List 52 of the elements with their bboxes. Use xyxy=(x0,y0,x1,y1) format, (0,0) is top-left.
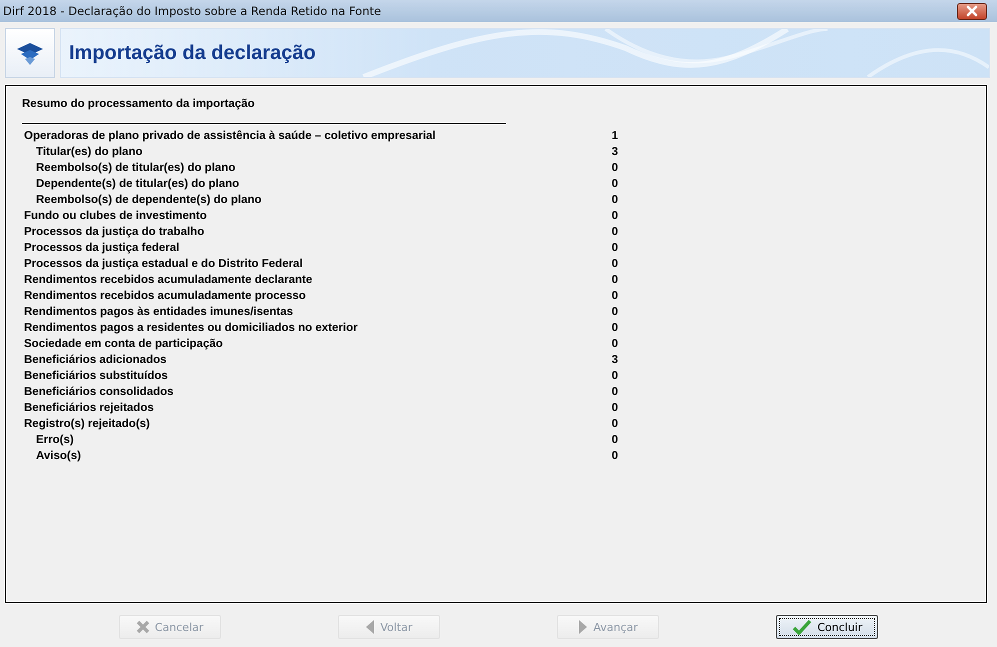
summary-count: 3 xyxy=(612,354,618,366)
summary-label: Registro(s) rejeitado(s) xyxy=(23,418,151,430)
summary-label: Operadoras de plano privado de assistência à saúde – coletivo empresarial xyxy=(23,130,437,142)
summary-count: 0 xyxy=(612,290,618,302)
summary-label: Beneficiários substituídos xyxy=(23,370,169,382)
summary-title: Resumo do processamento da importação xyxy=(22,98,256,110)
summary-label: Processos da justiça federal xyxy=(23,242,180,254)
summary-count: 0 xyxy=(612,162,618,174)
summary-label: Titular(es) do plano xyxy=(35,146,144,158)
summary-label: Beneficiários rejeitados xyxy=(23,402,155,414)
summary-count: 0 xyxy=(612,418,618,430)
summary-count: 0 xyxy=(612,226,618,238)
close-button[interactable] xyxy=(957,2,987,20)
summary-label: Dependente(s) de titular(es) do plano xyxy=(35,178,240,190)
summary-count: 0 xyxy=(612,322,618,334)
summary-label: Reembolso(s) de dependente(s) do plano xyxy=(35,194,263,206)
close-icon xyxy=(965,5,979,17)
summary-label: Processos da justiça do trabalho xyxy=(23,226,206,238)
summary-count: 0 xyxy=(612,450,618,462)
summary-count: 1 xyxy=(612,130,618,142)
summary-count: 0 xyxy=(612,434,618,446)
summary-count: 0 xyxy=(612,274,618,286)
summary-label: Rendimentos recebidos acumuladamente processo xyxy=(23,290,307,302)
left-triangle-icon xyxy=(365,619,376,635)
summary-count: 0 xyxy=(612,370,618,382)
summary-count: 0 xyxy=(612,258,618,270)
summary-count: 3 xyxy=(612,146,618,158)
summary-count: 0 xyxy=(612,194,618,206)
summary-count: 0 xyxy=(612,178,618,190)
summary-count: 0 xyxy=(612,242,618,254)
window-title: Dirf 2018 - Declaração do Imposto sobre a Renda Retido na Fonte xyxy=(3,4,382,18)
summary-label: Rendimentos pagos às entidades imunes/isentas xyxy=(23,306,294,318)
summary-label: Erro(s) xyxy=(35,434,75,446)
summary-count: 0 xyxy=(612,386,618,398)
summary-label: Beneficiários adicionados xyxy=(23,354,168,366)
summary-label: Beneficiários consolidados xyxy=(23,386,175,398)
summary-label: Rendimentos recebidos acumuladamente declarante xyxy=(23,274,314,286)
summary-label: Rendimentos pagos a residentes ou domiciliados no exterior xyxy=(23,322,359,334)
summary-label: Reembolso(s) de titular(es) do plano xyxy=(35,162,236,174)
summary-count: 0 xyxy=(612,306,618,318)
summary-count: 0 xyxy=(612,210,618,222)
summary-label: Fundo ou clubes de investimento xyxy=(23,210,208,222)
x-icon xyxy=(136,620,150,634)
summary-label: Aviso(s) xyxy=(35,450,82,462)
page-title: Importação da declaração xyxy=(69,42,316,64)
right-triangle-icon xyxy=(578,619,588,635)
summary-count: 0 xyxy=(612,402,618,414)
summary-count: 0 xyxy=(612,338,618,350)
summary-label: Sociedade em conta de participação xyxy=(23,338,224,350)
finish-button[interactable]: Concluir xyxy=(776,615,878,639)
summary-label: Processos da justiça estadual e do Distrito Federal xyxy=(23,258,304,270)
checkmark-icon xyxy=(792,619,812,635)
